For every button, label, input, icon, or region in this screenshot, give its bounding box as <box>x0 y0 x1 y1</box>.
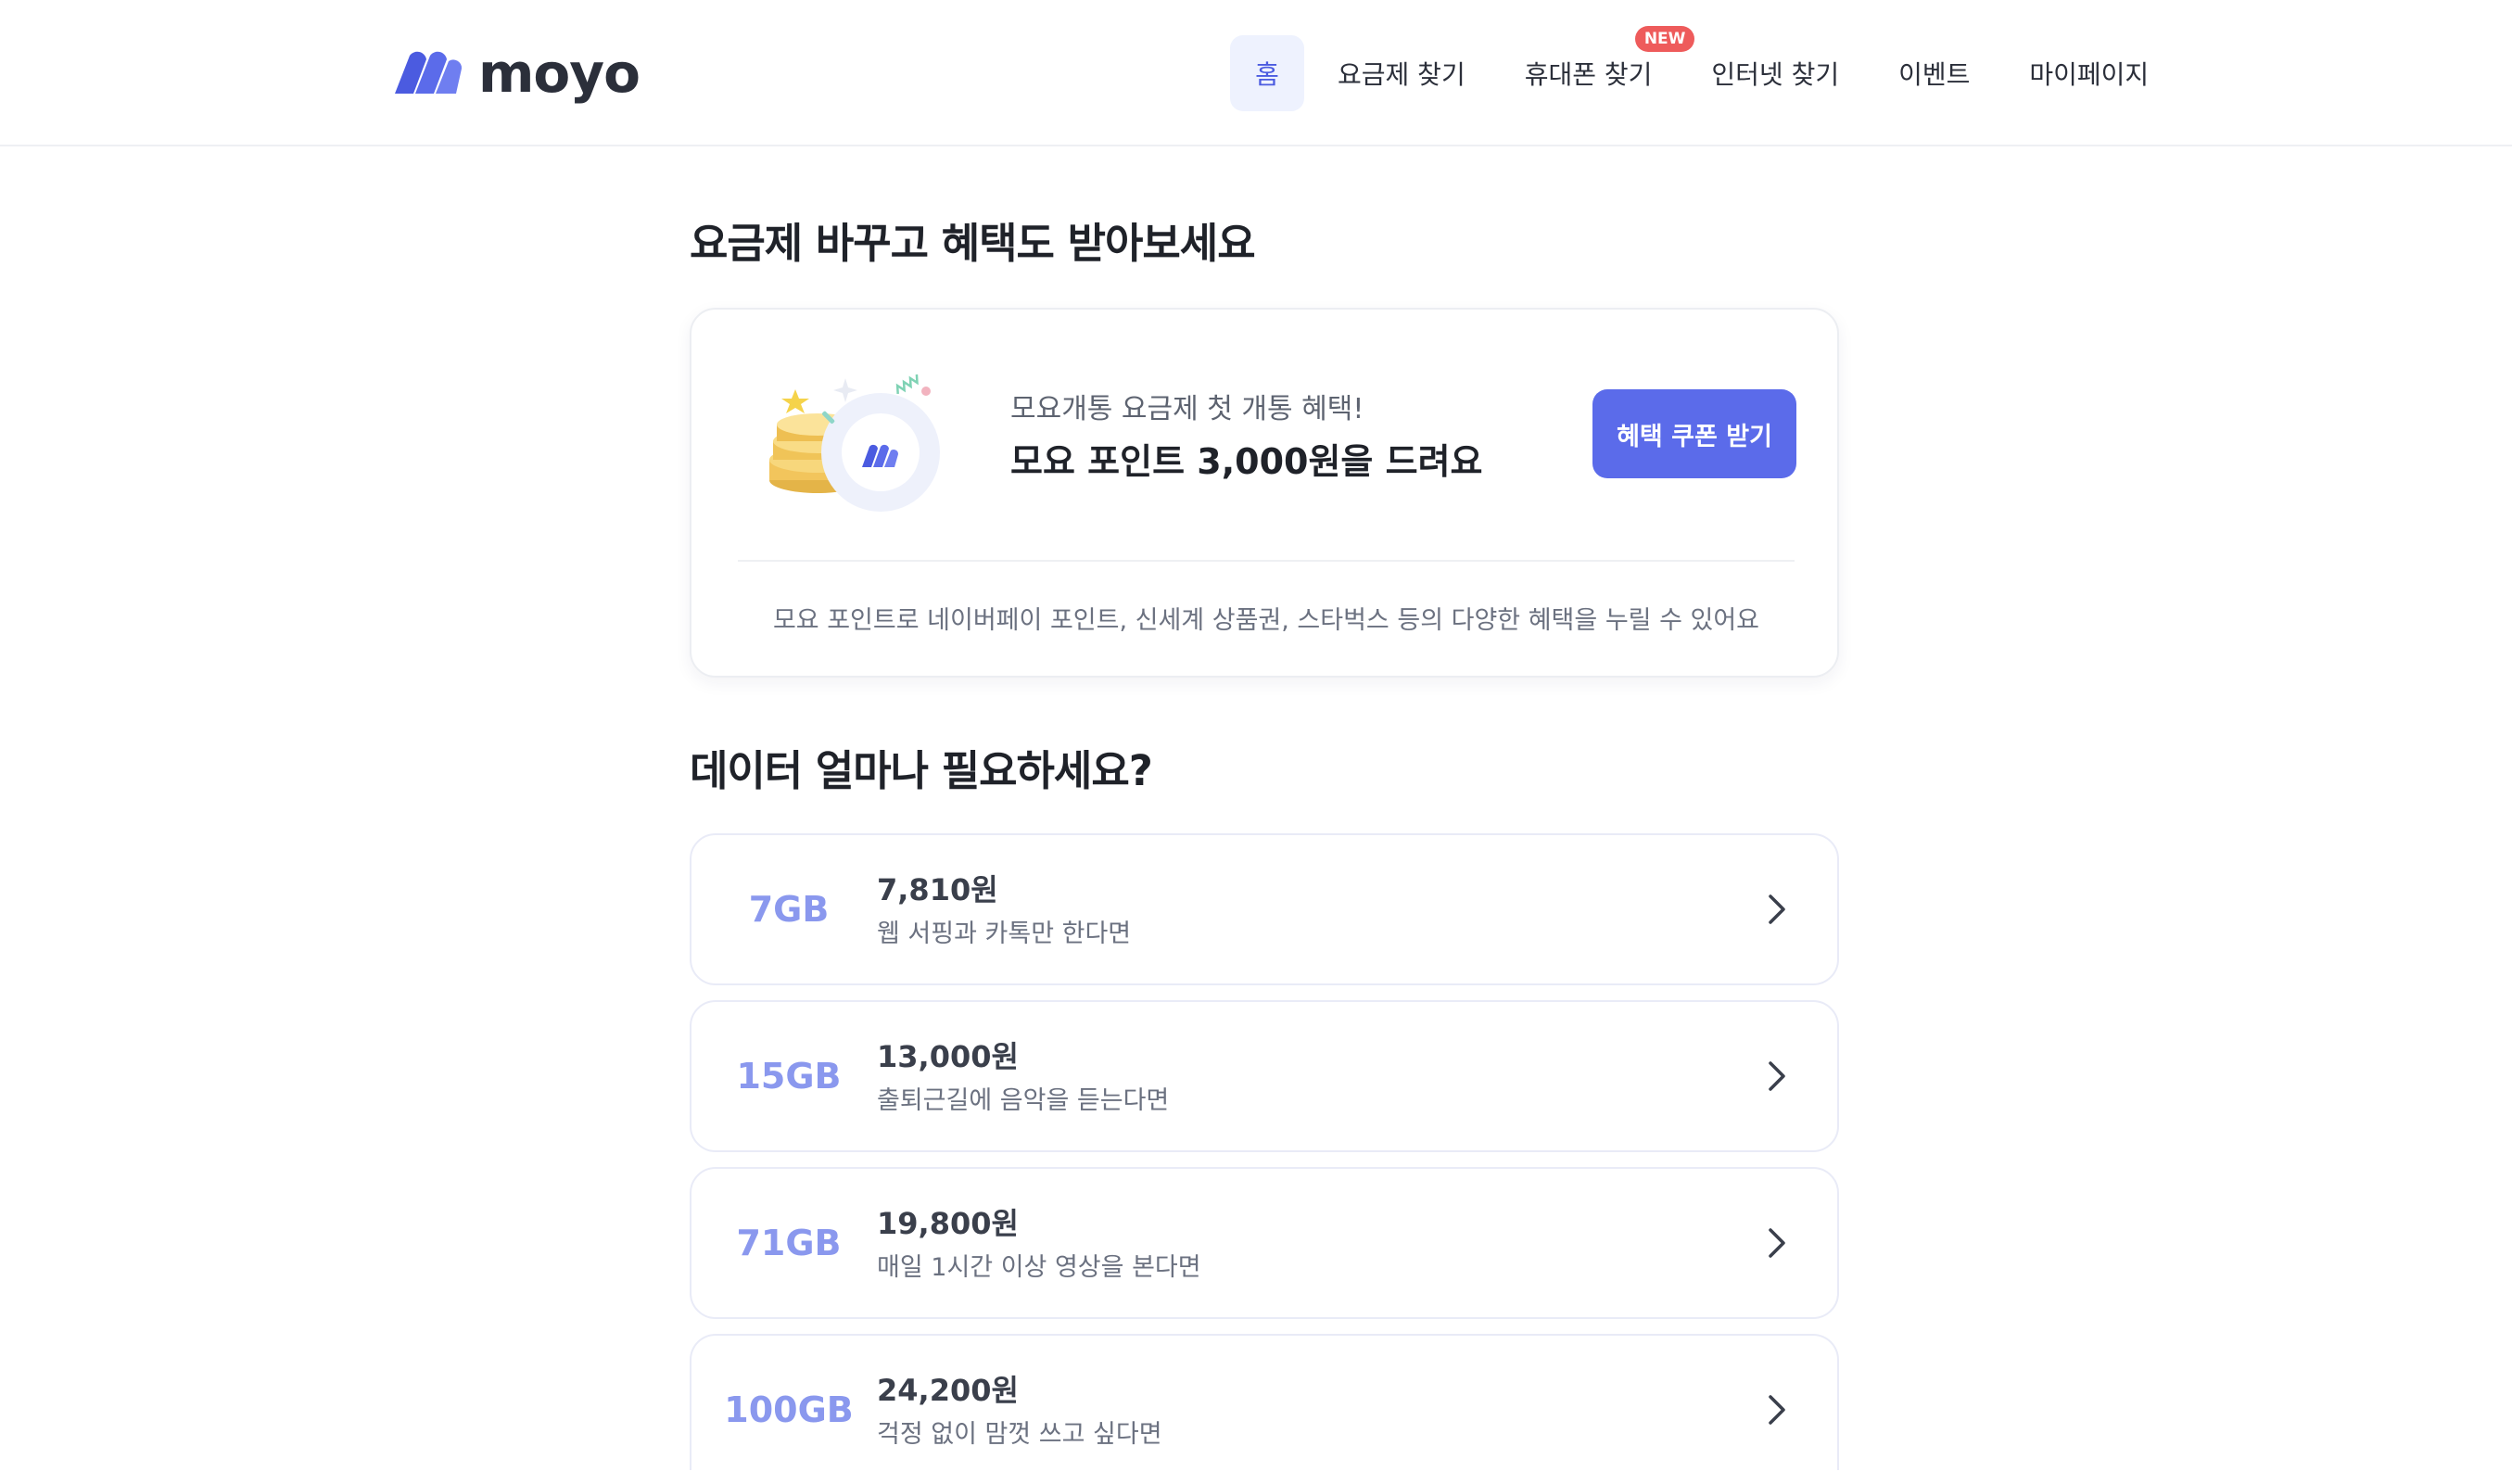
moyo-logo[interactable]: moyo <box>391 42 641 105</box>
chevron-right-icon <box>1769 1395 1785 1425</box>
plan-description: 웹 서핑과 카톡만 한다면 <box>877 920 1132 948</box>
plan-price: 13,000원 <box>877 1039 1019 1074</box>
promo-note: 모요 포인트로 네이버페이 포인트, 신세계 상품권, 스타벅스 등의 다양한 … <box>772 606 1760 635</box>
nav-item-phones[interactable]: 휴대폰 찾기 NEW <box>1524 26 1695 111</box>
nav-item-plans[interactable]: 요금제 찾기 <box>1338 35 1465 111</box>
coin-illustration-icon <box>769 374 940 512</box>
nav-item-home[interactable]: 홈 <box>1230 35 1304 111</box>
promo-subtitle: 모요개통 요금제 첫 개통 혜택! <box>1010 393 1364 425</box>
plan-card-100gb[interactable]: 100GB 24,200원 걱정 없이 맘껏 쓰고 싶다면 <box>690 1334 1839 1470</box>
nav-item-label: 마이페이지 <box>2029 59 2150 90</box>
chevron-right-icon <box>1769 1228 1785 1258</box>
chevron-right-icon <box>1769 894 1785 924</box>
nav-item-label: 휴대폰 찾기 <box>1524 59 1653 90</box>
plan-price: 7,810원 <box>877 872 998 907</box>
moyo-logo-icon <box>395 51 463 94</box>
plan-data-amount: 100GB <box>724 1389 854 1430</box>
nav-item-label: 인터넷 찾기 <box>1711 59 1840 90</box>
plan-data-amount: 7GB <box>748 889 830 930</box>
plan-description: 걱정 없이 맘껏 쓰고 싶다면 <box>877 1420 1162 1449</box>
main-nav: 홈 요금제 찾기 휴대폰 찾기 NEW 인터넷 찾기 이벤트 마이페이지 <box>1230 26 2149 111</box>
plan-data-amount: 71GB <box>736 1223 842 1263</box>
plan-card-7gb[interactable]: 7GB 7,810원 웹 서핑과 카톡만 한다면 <box>690 833 1839 985</box>
promo-section-title: 요금제 바꾸고 혜택도 받아보세요 <box>690 219 1256 268</box>
top-header: moyo 홈 요금제 찾기 휴대폰 찾기 NEW 인터넷 찾기 이벤트 마이페이… <box>0 0 2512 146</box>
get-coupon-button[interactable]: 혜택 쿠폰 받기 <box>1592 389 1796 478</box>
nav-item-mypage[interactable]: 마이페이지 <box>2029 35 2149 111</box>
plan-card-15gb[interactable]: 15GB 13,000원 출퇴근길에 음악을 듣는다면 <box>690 1000 1839 1152</box>
chevron-right-icon <box>1769 1061 1785 1091</box>
plan-price: 19,800원 <box>877 1206 1019 1241</box>
plan-data-amount: 15GB <box>736 1056 842 1097</box>
promo-card: 모요개통 요금제 첫 개통 혜택! 모요 포인트 3,000원을 드려요 혜택 … <box>690 308 1839 678</box>
plan-card-71gb[interactable]: 71GB 19,800원 매일 1시간 이상 영상을 본다면 <box>690 1167 1839 1319</box>
nav-item-internet[interactable]: 인터넷 찾기 <box>1711 35 1839 111</box>
nav-item-events[interactable]: 이벤트 <box>1898 35 1970 111</box>
logo-text: moyo <box>478 42 641 105</box>
plan-description: 출퇴근길에 음악을 듣는다면 <box>877 1086 1170 1115</box>
new-badge: NEW <box>1634 26 1695 52</box>
data-section-title: 데이터 얼마나 필요하세요? <box>690 746 1153 795</box>
promo-headline: 모요 포인트 3,000원을 드려요 <box>1010 441 1483 482</box>
nav-item-label: 이벤트 <box>1898 59 1971 90</box>
plan-price: 24,200원 <box>877 1373 1019 1408</box>
plan-description: 매일 1시간 이상 영상을 본다면 <box>877 1253 1201 1282</box>
nav-item-label: 요금제 찾기 <box>1338 59 1465 90</box>
divider <box>738 560 1795 562</box>
nav-item-label: 홈 <box>1255 59 1279 90</box>
